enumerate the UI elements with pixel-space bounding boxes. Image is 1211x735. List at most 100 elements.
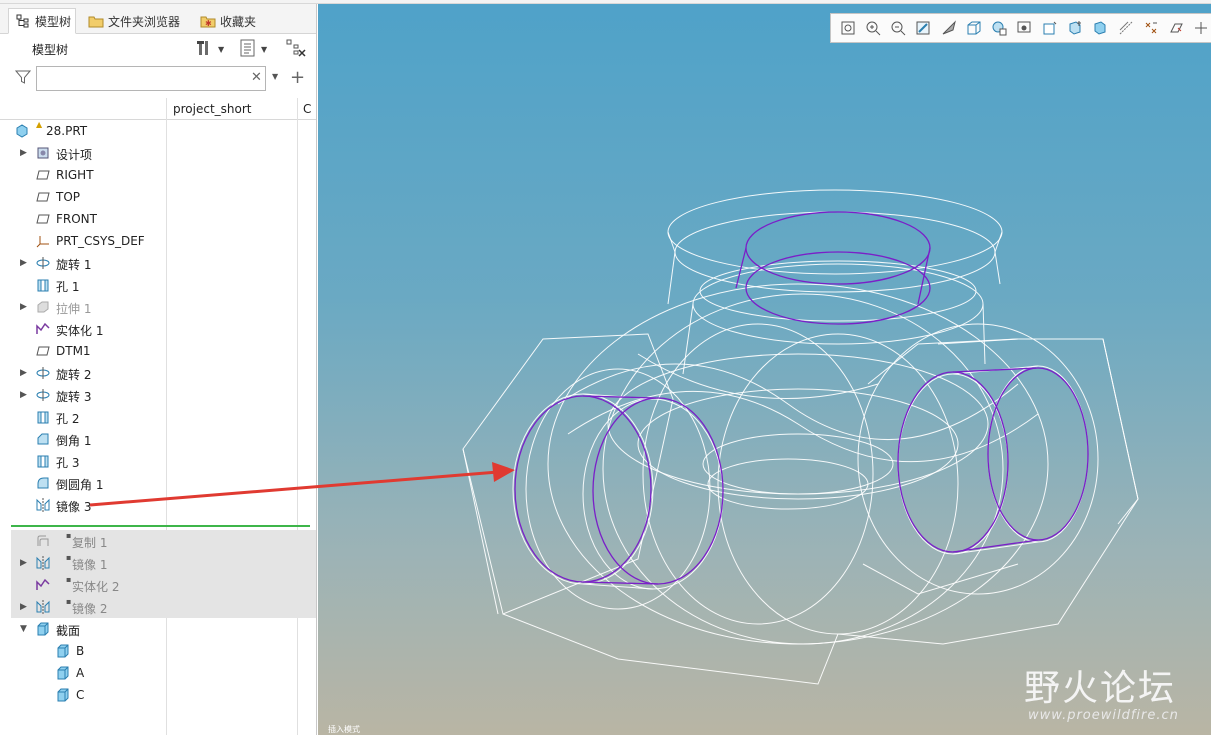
tree-item[interactable]: ▶ 旋转 1: [0, 252, 316, 274]
tree-item-label: 镜像 2: [72, 602, 108, 616]
csys-display-icon[interactable]: [1138, 16, 1163, 40]
perspective-icon[interactable]: [1012, 16, 1037, 40]
tree-item[interactable]: PRT_CSYS_DEF: [0, 230, 316, 252]
tree-item[interactable]: TOP: [0, 186, 316, 208]
tree-item[interactable]: ▶ 设计项: [0, 142, 316, 164]
tab-model-tree[interactable]: 模型树: [8, 8, 76, 34]
tree-item[interactable]: 实体化 1: [0, 318, 316, 340]
part-icon: [14, 123, 30, 139]
graphics-window[interactable]: 插入模式 野火论坛 www.proewildfire.cn: [318, 4, 1211, 735]
column-project-short[interactable]: project_short: [173, 102, 252, 116]
plane-display-icon[interactable]: [1062, 16, 1087, 40]
tree-item[interactable]: ▶ 拉伸 1: [0, 296, 316, 318]
column-header: project_short C: [0, 98, 316, 120]
point-display-icon[interactable]: [1113, 16, 1138, 40]
tree-item-label: 28.PRT: [46, 124, 88, 138]
tree-item-label: C: [76, 688, 85, 702]
tree-item[interactable]: ▶ ▪ 镜像 1: [11, 552, 316, 574]
tree-item-label: 孔 1: [56, 280, 80, 294]
solidify-icon: [35, 321, 51, 337]
collapse-arrow-icon[interactable]: ▼: [20, 624, 30, 634]
spin-center-icon[interactable]: [1189, 16, 1211, 40]
tree-item[interactable]: ▶ ▪ 镜像 2: [11, 596, 316, 618]
tree-item[interactable]: RIGHT: [0, 164, 316, 186]
expand-arrow-icon[interactable]: ▶: [20, 602, 30, 612]
tree-item-label: A: [76, 666, 85, 680]
tree-item[interactable]: 孔 1: [0, 274, 316, 296]
refit-icon[interactable]: [835, 16, 860, 40]
insert-here-marker[interactable]: [11, 525, 310, 527]
tab-folder-browser[interactable]: 文件夹浏览器: [82, 8, 190, 34]
tree-item-label: 截面: [56, 624, 81, 638]
tree-item-label: DTM1: [56, 344, 91, 358]
saved-views-icon[interactable]: [961, 16, 986, 40]
zoom-out-icon[interactable]: [886, 16, 911, 40]
expand-arrow-icon[interactable]: ▶: [20, 302, 30, 312]
search-input[interactable]: [36, 66, 266, 91]
tree-item-label: 旋转 2: [56, 368, 92, 382]
tree-item[interactable]: 孔 2: [0, 406, 316, 428]
tab-favorites[interactable]: ✱ 收藏夹: [194, 8, 268, 34]
expand-arrow-icon[interactable]: ▶: [20, 390, 30, 400]
star-folder-icon: ✱: [200, 14, 216, 28]
zoom-in-icon[interactable]: [860, 16, 885, 40]
tree-item[interactable]: B: [0, 640, 316, 662]
hole-icon: [35, 277, 51, 293]
tree-item[interactable]: FRONT: [0, 208, 316, 230]
tree-item[interactable]: ▶ 旋转 3: [0, 384, 316, 406]
mirror-icon: [35, 599, 51, 615]
tree-item-label: 旋转 1: [56, 258, 92, 272]
column-c[interactable]: C: [303, 102, 311, 116]
add-icon[interactable]: +: [290, 67, 305, 88]
tree-item[interactable]: A: [0, 662, 316, 684]
axis-display-icon[interactable]: [1088, 16, 1113, 40]
tree-item-label: 孔 2: [56, 412, 80, 426]
tree-item[interactable]: ▲ 28.PRT: [0, 120, 316, 142]
hole-icon: [35, 453, 51, 469]
tree-filter-button[interactable]: [285, 39, 307, 59]
expand-arrow-icon[interactable]: ▶: [20, 558, 30, 568]
expand-arrow-icon[interactable]: ▶: [20, 148, 30, 158]
left-panel: 模型树 文件夹浏览器 ✱ 收藏夹 模型树 ▼ ▼ ✕ ▼ + project_s…: [0, 4, 317, 735]
tree-item[interactable]: ▪ 实体化 2: [11, 574, 316, 596]
tree-item-label: 复制 1: [72, 536, 108, 550]
tree-item[interactable]: ▶ 旋转 2: [0, 362, 316, 384]
section-icon: [55, 665, 71, 681]
tree-item[interactable]: 镜像 3: [0, 494, 316, 516]
tree-item[interactable]: C: [0, 684, 316, 706]
chevron-down-icon[interactable]: ▼: [272, 72, 278, 81]
suppressed-mark: ▪: [66, 553, 72, 562]
show-button[interactable]: ▼: [240, 39, 267, 59]
suppressed-mark: ▪: [66, 597, 72, 606]
tree-item[interactable]: 孔 3: [0, 450, 316, 472]
repaint-icon[interactable]: [911, 16, 936, 40]
tree-item-label: TOP: [56, 190, 81, 204]
tree-item[interactable]: DTM1: [0, 340, 316, 362]
tree-item-label: 拉伸 1: [56, 302, 92, 316]
folder-icon: [88, 14, 104, 28]
chevron-down-icon: ▼: [218, 44, 225, 54]
clear-search-icon[interactable]: ✕: [251, 70, 262, 85]
tree-item[interactable]: 倒角 1: [0, 428, 316, 450]
csys-icon: [35, 233, 51, 249]
status-text: 插入模式: [328, 725, 360, 734]
display-style-icon[interactable]: [936, 16, 961, 40]
navigator-tabs: 模型树 文件夹浏览器 ✱ 收藏夹: [0, 4, 316, 34]
settings-button[interactable]: ▼: [196, 39, 224, 59]
mirror-icon: [35, 555, 51, 571]
named-view-icon[interactable]: [1037, 16, 1062, 40]
tree-item[interactable]: ▼ 截面: [0, 618, 316, 640]
filter-icon[interactable]: [14, 69, 32, 88]
expand-arrow-icon[interactable]: ▶: [20, 258, 30, 268]
view-manager-icon[interactable]: [987, 16, 1012, 40]
revolve-icon: [35, 387, 51, 403]
annotation-display-icon[interactable]: [1163, 16, 1188, 40]
tree-item-label: B: [76, 644, 85, 658]
tab-label: 文件夹浏览器: [108, 14, 181, 29]
expand-arrow-icon[interactable]: ▶: [20, 368, 30, 378]
tree-title: 模型树: [32, 43, 69, 57]
tree-item[interactable]: ▪ 复制 1: [11, 530, 316, 552]
tree-item[interactable]: 倒圆角 1: [0, 472, 316, 494]
tree-icon: [15, 14, 31, 28]
view-toolbar: [830, 13, 1211, 43]
